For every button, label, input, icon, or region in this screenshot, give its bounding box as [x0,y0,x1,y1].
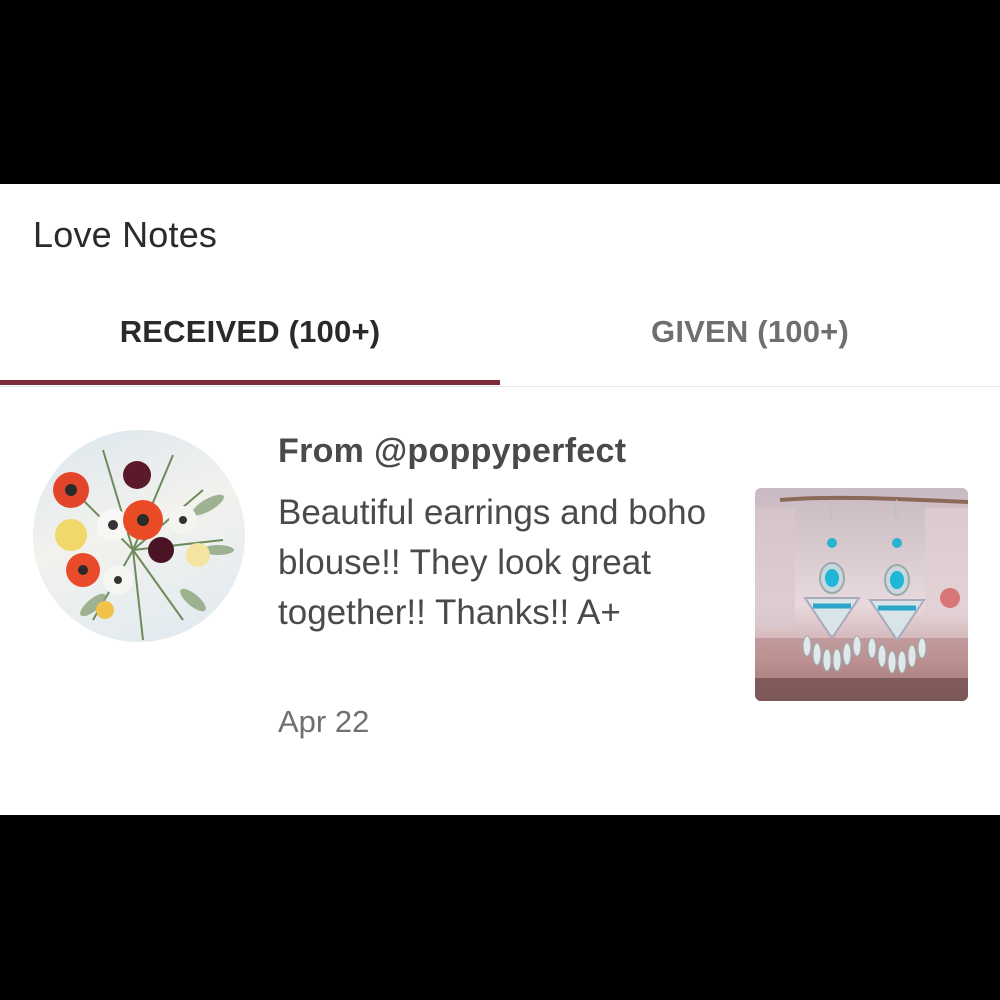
earrings-icon [755,495,968,701]
avatar[interactable] [33,430,245,642]
active-tab-indicator [0,380,500,385]
love-notes-screen: Love Notes RECEIVED (100+) GIVEN (100+) [0,184,1000,815]
note-message: Beautiful earrings and boho blouse!! The… [278,493,707,632]
product-thumbnail[interactable] [755,488,968,701]
note-date: Apr 22 [278,704,370,739]
flower-bouquet-icon [53,449,234,641]
tab-received[interactable]: RECEIVED (100+) [0,284,500,380]
note-sender[interactable]: From @poppyperfect [278,432,626,471]
letterbox-top [0,0,1000,184]
tab-bar: RECEIVED (100+) GIVEN (100+) [0,284,1000,387]
page-title: Love Notes [33,214,218,255]
tab-given[interactable]: GIVEN (100+) [500,284,1000,380]
letterbox-bottom [0,815,1000,1000]
love-note-item[interactable]: From @poppyperfect Beautiful earrings an… [0,386,1000,815]
